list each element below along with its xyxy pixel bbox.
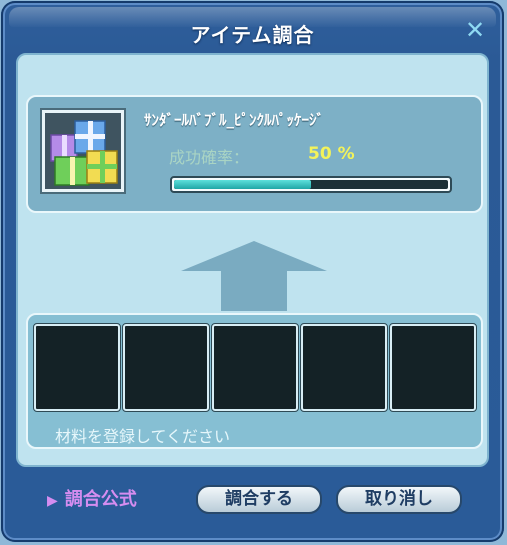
material-slot[interactable]: [211, 323, 299, 412]
gift-box-icon[interactable]: [40, 108, 126, 194]
result-item-box: ｻﾝﾀﾞｰﾙﾊﾞﾌﾞﾙ_ﾋﾟﾝｸﾙﾊﾟｯｹｰｼﾞ 成功確率： 50 %: [26, 95, 483, 213]
material-slot[interactable]: [122, 323, 210, 412]
recipe-link[interactable]: ▶ 調合公式: [47, 485, 137, 511]
success-rate-value: 50 %: [308, 144, 355, 164]
combine-button[interactable]: 調合する: [196, 485, 322, 514]
material-slot[interactable]: [389, 323, 477, 412]
close-icon[interactable]: ✕: [462, 17, 488, 43]
success-rate-bar: [170, 176, 452, 193]
success-rate-label: 成功確率：: [169, 148, 250, 167]
main-panel: ｻﾝﾀﾞｰﾙﾊﾞﾌﾞﾙ_ﾋﾟﾝｸﾙﾊﾟｯｹｰｼﾞ 成功確率： 50 % 材料を登…: [16, 53, 489, 467]
window-title: アイテム調合: [190, 23, 315, 47]
material-box: 材料を登録してください: [26, 313, 483, 449]
recipe-link-label: 調合公式: [64, 489, 137, 510]
triangle-right-icon: ▶: [47, 493, 58, 509]
material-hint: 材料を登録してください: [55, 427, 231, 446]
cancel-button[interactable]: 取り消し: [336, 485, 462, 514]
material-slots: [33, 323, 477, 412]
material-slot[interactable]: [300, 323, 388, 412]
success-rate-fill: [174, 180, 311, 189]
up-arrow-icon: [181, 241, 327, 311]
combine-window: アイテム調合 ✕ ｻﾝﾀﾞｰﾙﾊﾞﾌﾞﾙ_ﾋﾟﾝｸﾙﾊﾟｯｹｰｼﾞ 成功確率： …: [1, 1, 504, 542]
material-slot[interactable]: [33, 323, 121, 412]
item-name: ｻﾝﾀﾞｰﾙﾊﾞﾌﾞﾙ_ﾋﾟﾝｸﾙﾊﾟｯｹｰｼﾞ: [144, 111, 325, 129]
success-rate-track: [174, 180, 448, 189]
